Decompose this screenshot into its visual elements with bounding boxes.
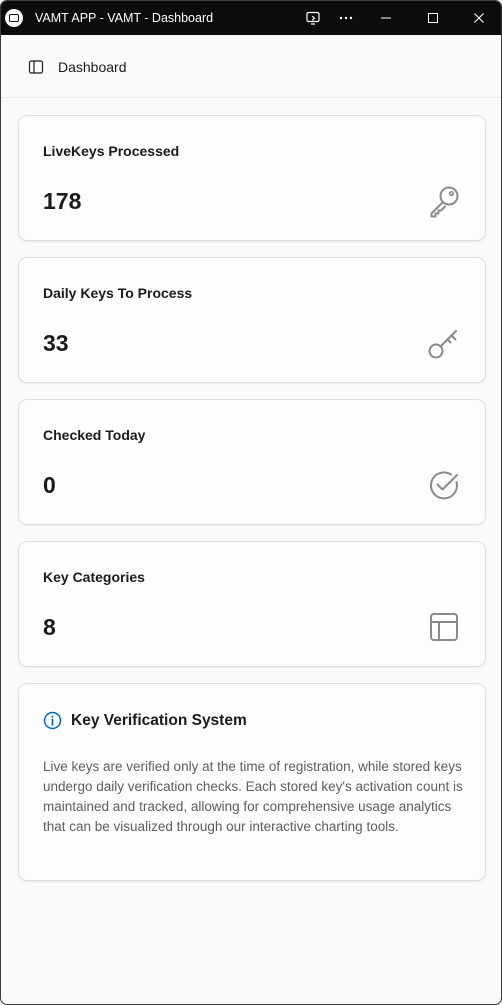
info-card: Key Verification System Live keys are ve… [18, 683, 486, 881]
sidebar-toggle-icon [28, 60, 44, 74]
info-description: Live keys are verified only at the time … [43, 759, 463, 834]
stat-value: 8 [43, 614, 56, 640]
stat-value: 33 [43, 330, 69, 356]
key-icon [430, 186, 459, 218]
info-icon [43, 711, 62, 730]
minimize-button[interactable] [366, 1, 406, 35]
close-button[interactable] [459, 1, 499, 35]
info-header: Key Verification System [43, 711, 247, 730]
close-icon [474, 13, 484, 23]
stat-card-checked-today: Checked Today 0 [18, 399, 486, 525]
more-icon [339, 16, 353, 20]
sidebar-toggle-button[interactable] [27, 58, 45, 76]
stat-card-livekeys-processed: LiveKeys Processed 178 [18, 115, 486, 241]
minimize-icon [381, 17, 391, 19]
screen-cast-icon [306, 11, 320, 25]
title-bar: VAMT APP - VAMT - Dashboard [1, 1, 501, 35]
app-logo-icon [5, 9, 23, 27]
page-title: Dashboard [58, 59, 127, 75]
app-window: VAMT APP - VAMT - Dashboard Dashboard Li… [0, 0, 502, 1005]
stat-label: LiveKeys Processed [43, 143, 180, 159]
check-circle-icon [430, 471, 458, 500]
navigation-bar: Dashboard [1, 35, 501, 98]
maximize-button[interactable] [413, 1, 453, 35]
stat-value: 0 [43, 472, 56, 498]
key-outline-icon [428, 330, 457, 359]
more-options-button[interactable] [326, 1, 366, 35]
stat-card-daily-keys: Daily Keys To Process 33 [18, 257, 486, 383]
maximize-icon [428, 13, 438, 23]
window-title: VAMT APP - VAMT - Dashboard [35, 11, 214, 25]
stat-label: Checked Today [43, 427, 146, 443]
info-title: Key Verification System [71, 711, 247, 729]
stat-label: Daily Keys To Process [43, 285, 193, 301]
stat-card-key-categories: Key Categories 8 [18, 541, 486, 667]
stat-value: 178 [43, 188, 82, 214]
table-icon [430, 613, 458, 641]
stat-label: Key Categories [43, 569, 145, 585]
